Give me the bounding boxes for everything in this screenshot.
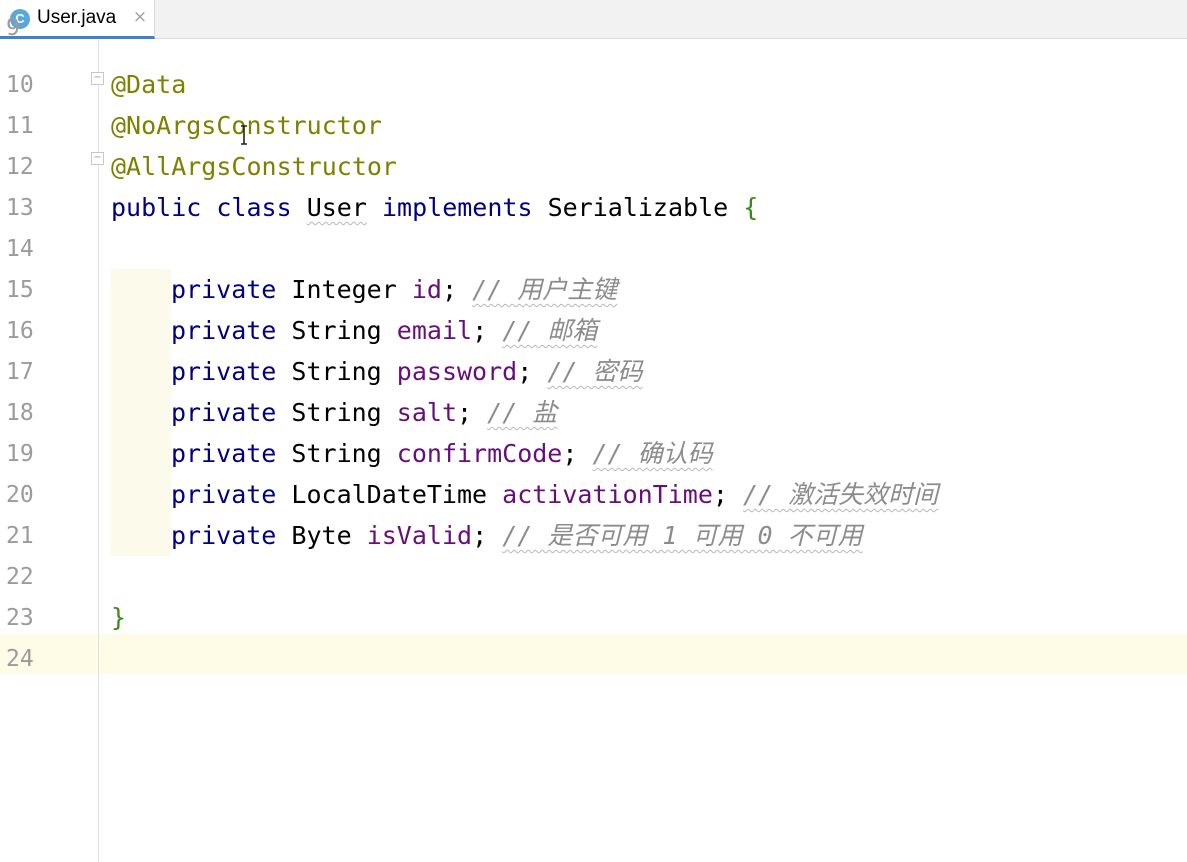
- annotation-all-args-constructor: @AllArgsConstructor: [111, 152, 397, 181]
- semicolon: ;: [472, 521, 488, 550]
- field-type: Byte: [291, 521, 352, 550]
- class-declaration: public class User implements Serializabl…: [111, 194, 758, 222]
- field-declaration: private Byte isValid; // 是否可用 1 可用 0 不可用: [171, 522, 863, 550]
- close-brace: }: [111, 603, 127, 632]
- field-type: String: [291, 439, 382, 468]
- line-number: 15: [6, 277, 34, 303]
- line-number: 12: [6, 154, 34, 180]
- field-line: 17 private String password; // 密码: [0, 351, 1187, 392]
- code-line: 12 @AllArgsConstructor: [0, 146, 1187, 187]
- semicolon: ;: [712, 480, 728, 509]
- line-number: 16: [6, 318, 34, 344]
- line-comment: // 用户主键: [472, 275, 618, 304]
- keyword-public: public: [111, 193, 202, 222]
- field-type: String: [291, 357, 382, 386]
- field-line: 21 private Byte isValid; // 是否可用 1 可用 0 …: [0, 515, 1187, 556]
- field-line: 15 private Integer id; // 用户主键: [0, 269, 1187, 310]
- fold-toggle-icon[interactable]: −: [91, 152, 104, 165]
- fold-toggle-icon[interactable]: −: [91, 72, 104, 85]
- line-comment: // 确认码: [592, 439, 713, 468]
- field-type: LocalDateTime: [291, 480, 488, 509]
- semicolon: ;: [457, 398, 473, 427]
- field-name: confirmCode: [396, 439, 563, 468]
- indent-guide: [111, 474, 171, 515]
- keyword-private: private: [171, 316, 277, 345]
- line-comment: // 邮箱: [502, 316, 598, 345]
- keyword-class: class: [216, 193, 292, 222]
- code-text: @AllArgsConstructor: [111, 153, 397, 181]
- field-declaration: private String password; // 密码: [171, 358, 643, 386]
- open-brace: {: [743, 193, 759, 222]
- field-declaration: private Integer id; // 用户主键: [171, 276, 617, 304]
- line-number: 22: [6, 564, 34, 590]
- line-comment: // 激活失效时间: [743, 480, 939, 509]
- code-line: 11 @NoArgsConstructor: [0, 105, 1187, 146]
- code-line: 23 }: [0, 597, 1187, 638]
- indent-guide: [111, 433, 171, 474]
- text-cursor-icon: [241, 125, 247, 145]
- field-name: password: [396, 357, 518, 386]
- field-name: salt: [396, 398, 458, 427]
- field-declaration: private LocalDateTime activationTime; //…: [171, 481, 938, 509]
- line-comment: // 是否可用 1 可用 0 不可用: [502, 521, 863, 550]
- field-declaration: private String confirmCode; // 确认码: [171, 440, 713, 468]
- field-name: email: [396, 316, 473, 345]
- line-number: 23: [6, 605, 34, 631]
- interface-name: Serializable: [547, 193, 729, 222]
- keyword-private: private: [171, 275, 277, 304]
- line-number: 10: [6, 72, 34, 98]
- indent-guide: [111, 392, 171, 433]
- line-number: 17: [6, 359, 34, 385]
- field-name: id: [411, 275, 442, 304]
- field-type: String: [291, 316, 382, 345]
- code-line: 9: [0, 7, 1187, 48]
- keyword-implements: implements: [381, 193, 533, 222]
- field-name: activationTime: [502, 480, 713, 509]
- indent-guide: [111, 351, 171, 392]
- field-line: 18 private String salt; // 盐: [0, 392, 1187, 433]
- field-name: isValid: [366, 521, 473, 550]
- field-type: String: [291, 398, 382, 427]
- line-number: 20: [6, 482, 34, 508]
- code-text: }: [111, 604, 126, 632]
- line-number: 19: [6, 441, 34, 467]
- field-declaration: private String email; // 邮箱: [171, 317, 597, 345]
- field-type: Integer: [291, 275, 397, 304]
- indent-guide: [111, 310, 171, 351]
- annotation-data: @Data: [111, 70, 187, 99]
- code-line: 14: [0, 228, 1187, 269]
- indent-guide: [111, 269, 171, 310]
- semicolon: ;: [517, 357, 533, 386]
- field-line: 20 private LocalDateTime activationTime;…: [0, 474, 1187, 515]
- field-line: 19 private String confirmCode; // 确认码: [0, 433, 1187, 474]
- line-number: 18: [6, 400, 34, 426]
- keyword-private: private: [171, 398, 277, 427]
- keyword-private: private: [171, 480, 277, 509]
- code-line: 10 @Data: [0, 64, 1187, 105]
- class-name: User: [306, 193, 367, 222]
- field-declaration: private String salt; // 盐: [171, 399, 557, 427]
- semicolon: ;: [441, 275, 458, 304]
- keyword-private: private: [171, 521, 277, 550]
- line-number: 9: [6, 15, 20, 41]
- semicolon: ;: [472, 316, 488, 345]
- keyword-private: private: [171, 357, 277, 386]
- line-number: 11: [6, 113, 34, 139]
- keyword-private: private: [171, 439, 277, 468]
- code-line: 13 public class User implements Serializ…: [0, 187, 1187, 228]
- indent-guide: [111, 515, 171, 556]
- code-text: @Data: [111, 71, 186, 99]
- current-line[interactable]: 24: [0, 638, 1187, 679]
- line-comment: // 密码: [547, 357, 643, 386]
- code-editor[interactable]: 9 10 @Data 11 @NoArgsConstructor 12 @All…: [0, 15, 1187, 862]
- code-line: 22: [0, 556, 1187, 597]
- line-number: 14: [6, 236, 34, 262]
- semicolon: ;: [562, 439, 578, 468]
- line-comment: // 盐: [487, 398, 558, 427]
- line-number: 24: [6, 646, 34, 672]
- line-number: 21: [6, 523, 34, 549]
- field-line: 16 private String email; // 邮箱: [0, 310, 1187, 351]
- line-number: 13: [6, 195, 34, 221]
